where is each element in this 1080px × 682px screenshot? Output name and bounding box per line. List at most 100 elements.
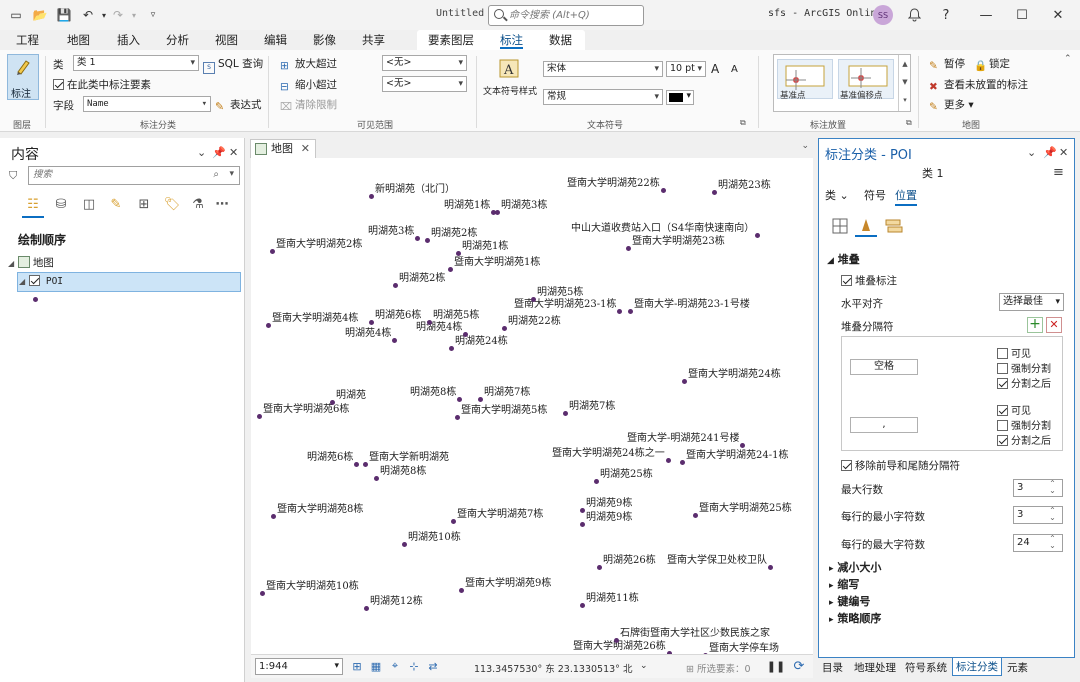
refresh-icon[interactable]: ⟳ xyxy=(792,659,806,674)
poi-label[interactable]: 暨南大学明湖苑24栋之一 xyxy=(552,448,665,459)
stacking-section[interactable]: ◢ 堆叠 xyxy=(827,251,860,267)
remove-separators-checkbox[interactable]: 移除前导和尾随分隔符 xyxy=(841,458,960,473)
scale-dropdown[interactable]: 1:944 xyxy=(255,658,343,675)
poi-label[interactable]: 暨南大学明湖苑22栋 xyxy=(567,178,660,189)
poi-label[interactable]: 明湖苑22栋 xyxy=(508,316,561,327)
pause-drawing-icon[interactable]: ❚❚ xyxy=(767,659,785,673)
poi-point[interactable] xyxy=(594,479,599,484)
snapping-icon[interactable]: ⌖ xyxy=(388,659,402,673)
layer-visibility-checkbox[interactable] xyxy=(28,275,40,286)
tab-position[interactable]: 位置 xyxy=(895,187,917,206)
poi-point[interactable] xyxy=(415,236,420,241)
poi-point[interactable] xyxy=(740,443,745,448)
poi-label[interactable]: 明湖苑12栋 xyxy=(370,596,423,607)
poi-label[interactable]: 暨南大学新明湖苑 xyxy=(369,452,449,463)
poi-label[interactable]: 石牌街暨南大学社区少数民族之家 xyxy=(620,628,770,639)
poi-point[interactable] xyxy=(392,338,397,343)
expand-arrow-icon[interactable]: ◢ xyxy=(19,277,25,286)
avatar[interactable]: SS xyxy=(873,5,893,25)
zoom-in-scale-dropdown[interactable]: <无> xyxy=(382,55,467,71)
poi-label[interactable]: 暨南大学明湖苑23-1栋 xyxy=(514,299,616,310)
poi-point[interactable] xyxy=(755,233,760,238)
zoom-out-scale-dropdown[interactable]: <无> xyxy=(382,76,467,92)
notification-bell-icon[interactable] xyxy=(904,5,924,25)
strategy-order-section[interactable]: ▸ 策略顺序 xyxy=(829,610,881,626)
poi-point[interactable] xyxy=(666,458,671,463)
poi-label[interactable]: 明湖苑3栋 xyxy=(501,200,547,211)
font-dropdown[interactable]: 宋体 xyxy=(543,61,663,77)
poi-point[interactable] xyxy=(374,476,379,481)
poi-label[interactable]: 明湖苑6栋 xyxy=(375,310,421,321)
stack-labels-checkbox[interactable]: 堆叠标注 xyxy=(841,273,897,288)
hamburger-menu-icon[interactable]: ≡ xyxy=(1053,165,1064,180)
poi-point[interactable] xyxy=(402,542,407,547)
text-symbol-style-icon[interactable]: A xyxy=(497,56,525,80)
save-icon[interactable]: 💾 xyxy=(56,8,72,22)
coordinate-icon[interactable]: ⊹ xyxy=(407,659,421,673)
poi-point[interactable] xyxy=(260,591,265,596)
poi-label[interactable]: 暨南大学-明湖苑241号楼 xyxy=(627,433,739,444)
tab-symbology[interactable]: 符号系统 xyxy=(905,660,947,675)
poi-label[interactable]: 明湖苑9栋 xyxy=(586,512,632,523)
poi-symbol-swatch[interactable] xyxy=(33,297,38,302)
label-toggle-button[interactable]: 标注 xyxy=(7,54,39,100)
poi-point[interactable] xyxy=(369,194,374,199)
tab-catalog[interactable]: 目录 xyxy=(822,660,843,675)
pane-menu-chevron-icon[interactable]: ⌄ xyxy=(1027,146,1036,159)
chevron-down-icon[interactable]: ▾ xyxy=(229,169,234,179)
key-numbering-section[interactable]: ▸ 键编号 xyxy=(829,593,870,609)
poi-label[interactable]: 暨南大学明湖苑4栋 xyxy=(272,313,358,324)
poi-label[interactable]: 暨南大学明湖苑9栋 xyxy=(465,578,551,589)
open-project-icon[interactable]: 📂 xyxy=(32,8,48,22)
poi-point[interactable] xyxy=(257,414,262,419)
poi-point[interactable] xyxy=(270,249,275,254)
poi-point[interactable] xyxy=(597,565,602,570)
poi-point[interactable] xyxy=(580,508,585,513)
max-chars-spinner[interactable]: 24 xyxy=(1013,534,1063,552)
map-view-tab[interactable]: 地图 ✕ xyxy=(250,139,316,158)
poi-label[interactable]: 明湖苑25栋 xyxy=(600,469,653,480)
tab-edit[interactable]: 编辑 xyxy=(264,31,287,49)
pane-menu-chevron-icon[interactable]: ⌄ xyxy=(197,146,206,159)
poi-point[interactable] xyxy=(580,522,585,527)
close-tab-icon[interactable]: ✕ xyxy=(301,140,310,157)
poi-point[interactable] xyxy=(451,519,456,524)
text-symbol-dialog-launcher-icon[interactable]: ⧉ xyxy=(740,118,746,128)
redo-icon[interactable]: ↷ xyxy=(110,8,126,22)
tab-feature-layer[interactable]: 要素图层 xyxy=(428,31,474,49)
list-by-snapping-icon[interactable]: ⊞ xyxy=(135,195,153,213)
list-by-editing-icon[interactable]: ✎ xyxy=(107,195,125,213)
poi-point[interactable] xyxy=(393,283,398,288)
coordinate-format-chevron-icon[interactable]: ⌄ xyxy=(640,661,648,671)
poi-point[interactable] xyxy=(478,397,483,402)
poi-point[interactable] xyxy=(712,190,717,195)
separator-force-checkbox[interactable]: 强制分割 xyxy=(997,360,1051,375)
pause-labeling-button[interactable]: ✎ 暂停 xyxy=(929,56,965,72)
tab-class[interactable]: 类 ⌄ xyxy=(825,187,849,203)
poi-point[interactable] xyxy=(617,309,622,314)
tab-imagery[interactable]: 影像 xyxy=(313,31,336,49)
pin-icon[interactable]: 📌 xyxy=(1043,146,1057,159)
poi-label[interactable]: 明湖苑9栋 xyxy=(586,498,632,509)
command-search-input[interactable] xyxy=(509,8,639,23)
more-options-icon[interactable]: ⋯ xyxy=(213,195,231,213)
command-search[interactable] xyxy=(488,5,644,26)
label-features-in-class-checkbox[interactable]: 在此类中标注要素 xyxy=(53,77,151,92)
new-project-icon[interactable]: ▭ xyxy=(8,8,24,22)
poi-point[interactable] xyxy=(531,297,536,302)
separator-force-checkbox[interactable]: 强制分割 xyxy=(997,417,1051,432)
class-dropdown[interactable]: 类 1 xyxy=(73,55,199,71)
poi-point[interactable] xyxy=(369,320,374,325)
tree-map-node[interactable]: ◢ 地图 xyxy=(8,255,54,270)
poi-label[interactable]: 暨南大学明湖苑26栋 xyxy=(573,641,666,652)
poi-point[interactable] xyxy=(330,400,335,405)
poi-point[interactable] xyxy=(354,462,359,467)
shrink-font-button[interactable]: A xyxy=(731,64,738,75)
poi-label[interactable]: 明湖苑8栋 xyxy=(380,466,426,477)
constraints-icon[interactable]: ⇄ xyxy=(426,659,440,673)
poi-label[interactable]: 暨南大学明湖苑2栋 xyxy=(276,239,362,250)
list-by-source-icon[interactable]: ⛁ xyxy=(52,195,70,213)
list-by-selection-icon[interactable]: ◫ xyxy=(80,195,98,213)
poi-label[interactable]: 明湖苑2栋 xyxy=(431,228,477,239)
poi-point[interactable] xyxy=(628,309,633,314)
